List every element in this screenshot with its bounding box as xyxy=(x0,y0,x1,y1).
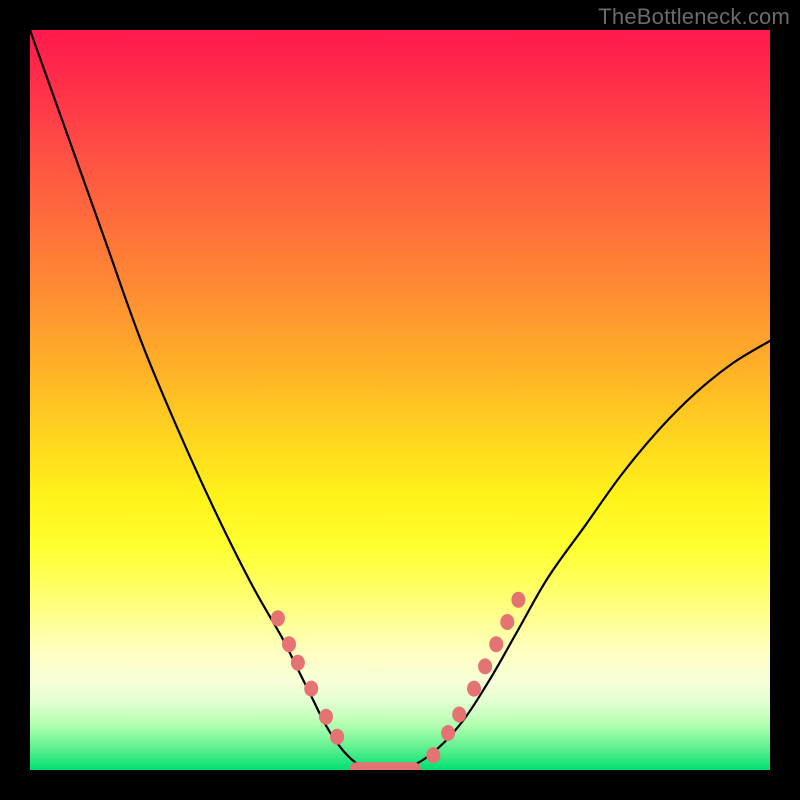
chart-frame: TheBottleneck.com xyxy=(0,0,800,800)
watermark-text: TheBottleneck.com xyxy=(598,4,790,30)
marker-right-7 xyxy=(511,592,525,608)
marker-left-1 xyxy=(282,636,296,652)
marker-left-3 xyxy=(304,681,318,697)
marker-right-5 xyxy=(489,636,503,652)
plot-area xyxy=(30,30,770,770)
bottleneck-curve-svg xyxy=(30,30,770,770)
marker-valley-strip xyxy=(350,762,421,770)
marker-right-3 xyxy=(467,681,481,697)
marker-left-5 xyxy=(330,729,344,745)
marker-right-2 xyxy=(452,707,466,723)
marker-left-2 xyxy=(291,655,305,671)
marker-right-0 xyxy=(426,747,440,763)
marker-right-1 xyxy=(441,725,455,741)
marker-left-0 xyxy=(271,610,285,626)
curve-markers xyxy=(271,592,526,770)
marker-right-4 xyxy=(478,658,492,674)
marker-left-4 xyxy=(319,709,333,725)
bottleneck-curve xyxy=(30,30,770,770)
marker-right-6 xyxy=(500,614,514,630)
